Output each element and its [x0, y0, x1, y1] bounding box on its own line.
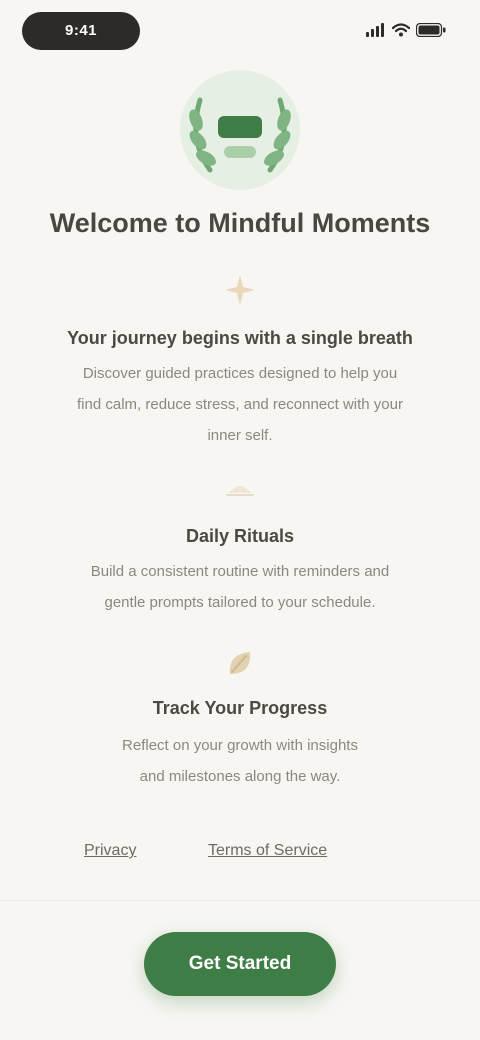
- signal-icon: [366, 23, 384, 37]
- page-title: Welcome to Mindful Moments: [49, 208, 431, 238]
- section-title-journey: Your journey begins with a single breath: [67, 328, 413, 348]
- welcome-screen: 9:41 Welcome to Mindful Moments Your jou…: [0, 0, 480, 1040]
- footer-links: Privacy Terms of Service: [0, 836, 480, 872]
- leaf-icon: [216, 640, 264, 688]
- terms-link[interactable]: Terms of Service: [208, 842, 327, 860]
- laurel-logo-icon: [180, 70, 300, 190]
- section-body-progress: Reflect on your growth with insights and…: [60, 730, 420, 792]
- section-body-line: Discover guided practices designed to he…: [82, 365, 398, 382]
- section-body-line: gentle prompts tailored to your schedule…: [104, 594, 376, 611]
- app-logo: [170, 60, 310, 200]
- sparkle-icon: [216, 266, 264, 314]
- sunrise-icon: [216, 462, 264, 510]
- status-time: 9:41: [64, 22, 98, 39]
- status-icons: [366, 20, 446, 40]
- section-title-progress: Track Your Progress: [152, 698, 328, 718]
- divider: [0, 900, 480, 901]
- battery-icon: [416, 23, 446, 37]
- time-pill: 9:41: [22, 12, 140, 50]
- get-started-button[interactable]: Get Started: [144, 932, 336, 996]
- section-body-line: find calm, reduce stress, and reconnect …: [77, 396, 403, 413]
- section-body-line: and milestones along the way.: [139, 768, 341, 785]
- section-title-rituals: Daily Rituals: [185, 526, 295, 546]
- section-body-rituals: Build a consistent routine with reminder…: [36, 556, 444, 618]
- status-bar: 9:41: [0, 0, 480, 60]
- section-body-line: Reflect on your growth with insights: [122, 737, 358, 754]
- wifi-icon: [392, 23, 410, 37]
- section-body-line: Build a consistent routine with reminder…: [90, 563, 390, 580]
- privacy-link[interactable]: Privacy: [84, 842, 136, 860]
- section-body-line: inner self.: [207, 427, 273, 444]
- section-body-journey: Discover guided practices designed to he…: [36, 358, 444, 451]
